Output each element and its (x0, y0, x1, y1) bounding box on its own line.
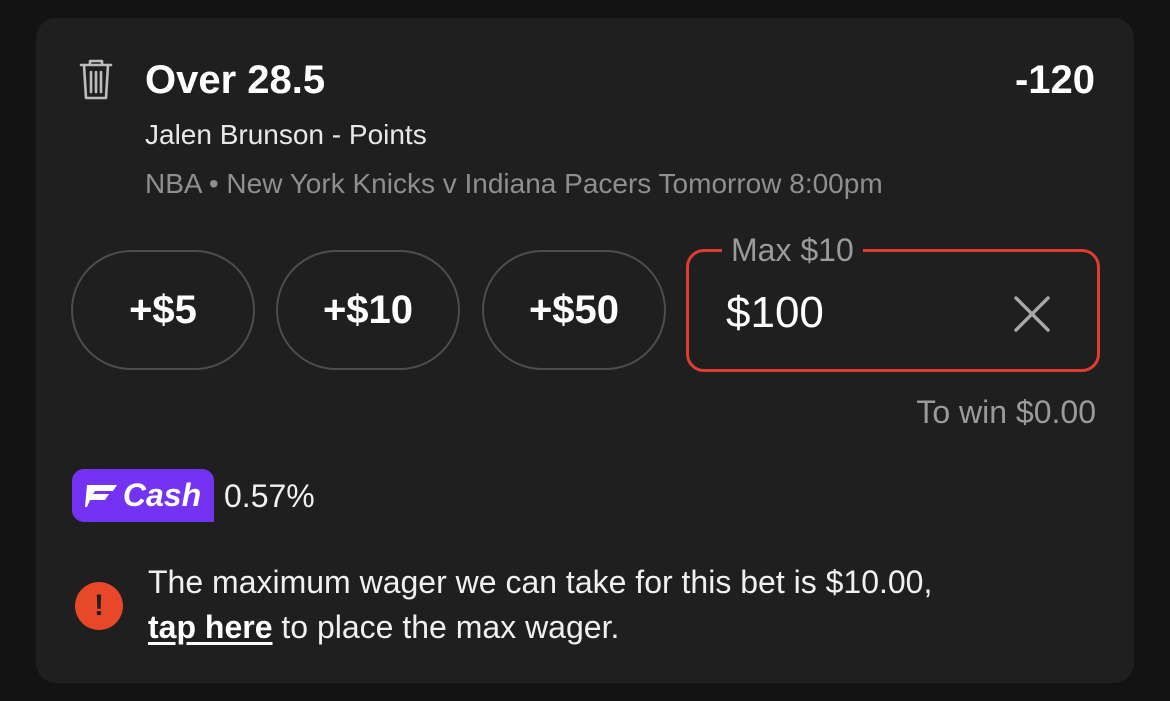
fcash-percent: 0.57% (224, 478, 315, 514)
add-5-button[interactable]: +$5 (71, 250, 255, 370)
fanduel-f-icon (84, 484, 117, 507)
trash-icon[interactable] (76, 58, 116, 102)
close-icon[interactable] (1006, 288, 1058, 340)
warning-text: The maximum wager we can take for this b… (148, 564, 933, 600)
warning-text-end: to place the max wager. (281, 609, 620, 645)
wager-max-label: Max $10 (722, 230, 863, 270)
bet-market: Jalen Brunson - Points (145, 119, 427, 150)
separator-dot: • (208, 168, 219, 199)
fcash-badge: Cash (72, 469, 214, 522)
tap-here-link[interactable]: tap here (148, 609, 272, 645)
bet-odds: -120 (1014, 58, 1095, 102)
add-50-button[interactable]: +$50 (482, 250, 666, 370)
max-wager-message: The maximum wager we can take for this b… (148, 560, 1108, 650)
wager-value[interactable]: $100 (726, 288, 824, 338)
to-win-label: To win $0.00 (916, 394, 1096, 430)
league-label: NBA (145, 168, 202, 199)
add-10-button[interactable]: +$10 (276, 250, 460, 370)
fcash-label: Cash (122, 477, 202, 513)
event-label: New York Knicks v Indiana Pacers Tomorro… (226, 168, 883, 199)
bet-selection: Over 28.5 (145, 58, 326, 102)
alert-icon: ! (75, 582, 123, 630)
game-info: NBA • New York Knicks v Indiana Pacers T… (145, 166, 883, 202)
